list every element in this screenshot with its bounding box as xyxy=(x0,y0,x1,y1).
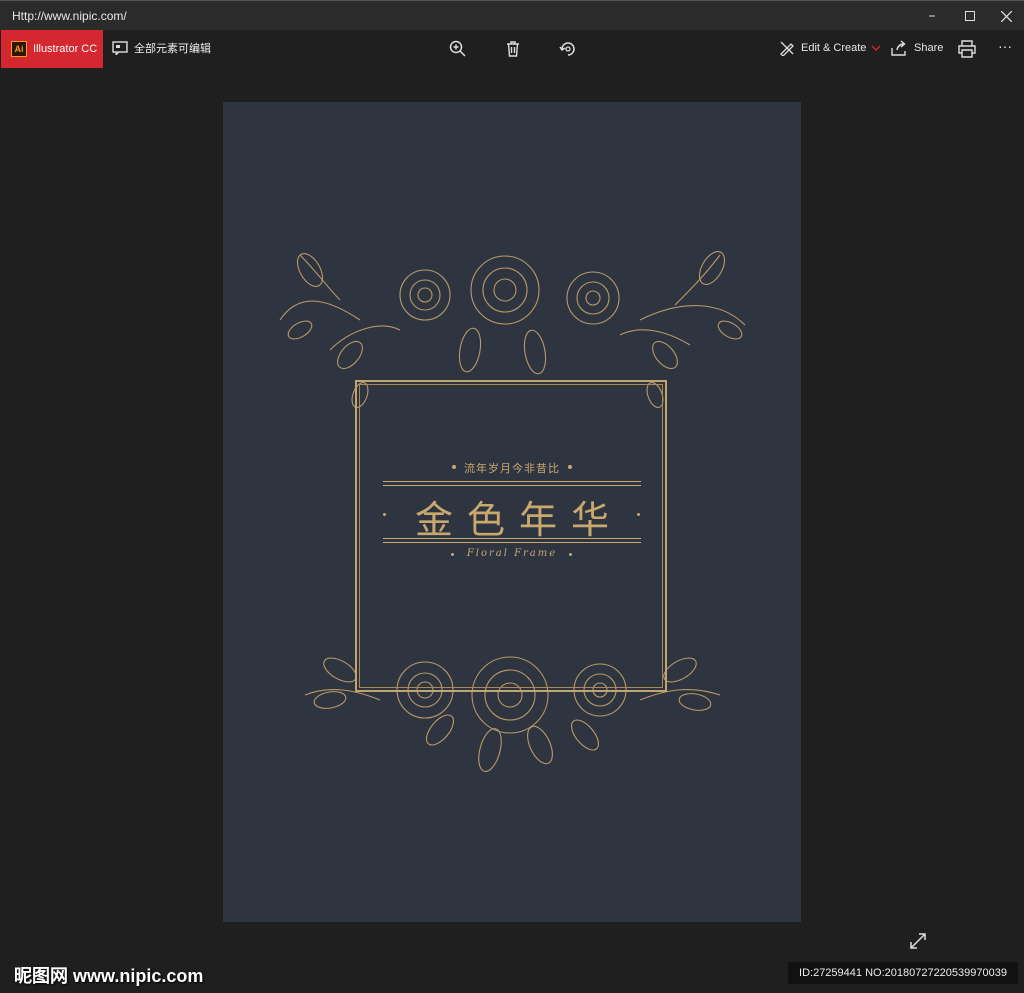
site-watermark: 昵图网 www.nipic.com xyxy=(14,966,204,986)
expand-icon xyxy=(910,933,926,949)
ornament-line xyxy=(383,538,641,539)
fullscreen-button[interactable] xyxy=(908,931,930,953)
ornament-line xyxy=(383,542,641,543)
poster-subtitle: 流年岁月今非昔比 xyxy=(464,462,560,475)
ornament-dot xyxy=(452,465,456,469)
ornament-line xyxy=(383,481,641,482)
ornament-dot xyxy=(637,513,640,516)
ornament-dot xyxy=(383,513,386,516)
ornament-line xyxy=(383,485,641,486)
poster-english-subtitle: Floral Frame xyxy=(466,548,558,559)
image-id-label: ID:27259441 NO:20180727220539970039 xyxy=(788,962,1018,984)
ornament-dot xyxy=(568,465,572,469)
poster-title: 金色年华 xyxy=(414,498,623,542)
